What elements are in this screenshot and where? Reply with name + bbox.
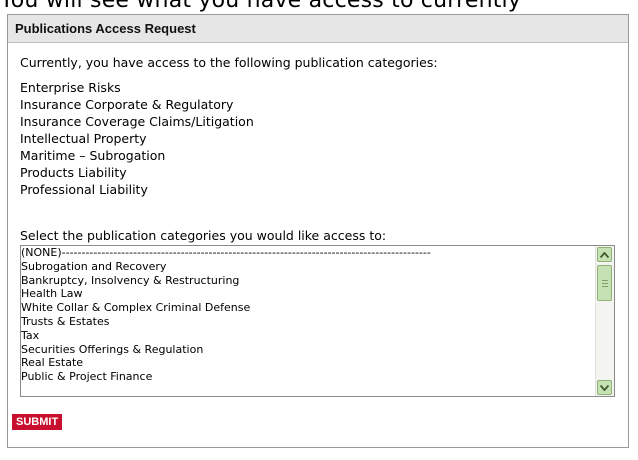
panel-title: Publications Access Request (8, 15, 628, 43)
listbox-option[interactable]: Securities Offerings & Regulation (21, 343, 595, 357)
listbox-option[interactable]: Subrogation and Recovery (21, 260, 595, 274)
scroll-thumb[interactable] (597, 265, 612, 301)
listbox-scrollbar[interactable] (595, 246, 614, 396)
current-access-intro: Currently, you have access to the follow… (20, 55, 438, 70)
listbox-option[interactable]: Public & Project Finance (21, 370, 595, 384)
listbox-option[interactable]: Trusts & Estates (21, 315, 595, 329)
current-category-item: Enterprise Risks (20, 80, 121, 95)
current-access-list: Enterprise Risks Insurance Corporate & R… (20, 79, 628, 198)
current-category-item: Products Liability (20, 165, 127, 180)
publications-access-panel: Publications Access Request Currently, y… (7, 14, 629, 448)
selection-prompt: Select the publication categories you wo… (20, 228, 387, 243)
listbox-option[interactable]: White Collar & Complex Criminal Defense (21, 301, 595, 315)
current-category-item: Intellectual Property (20, 131, 147, 146)
page-heading-fragment: You will see what you have access to cur… (0, 0, 522, 13)
publication-category-listbox[interactable]: (NONE)----------------------------------… (20, 245, 615, 397)
scroll-down-arrow-icon (600, 384, 609, 391)
scroll-down-button[interactable] (597, 380, 612, 395)
listbox-option[interactable]: Tax (21, 329, 595, 343)
listbox-option[interactable]: Health Law (21, 287, 595, 301)
current-category-item: Insurance Coverage Claims/Litigation (20, 114, 254, 129)
scroll-up-arrow-icon (600, 251, 609, 258)
panel-body: Currently, you have access to the follow… (8, 43, 628, 397)
scroll-up-button[interactable] (597, 247, 612, 262)
current-category-item: Insurance Corporate & Regulatory (20, 97, 234, 112)
listbox-option[interactable]: (NONE)----------------------------------… (21, 246, 595, 260)
current-category-item: Maritime – Subrogation (20, 148, 166, 163)
listbox-option[interactable]: Bankruptcy, Insolvency & Restructuring (21, 274, 595, 288)
listbox-option[interactable]: Real Estate (21, 356, 595, 370)
listbox-options: (NONE)----------------------------------… (21, 246, 595, 384)
current-category-item: Professional Liability (20, 182, 148, 197)
submit-button[interactable]: SUBMIT (12, 414, 63, 430)
